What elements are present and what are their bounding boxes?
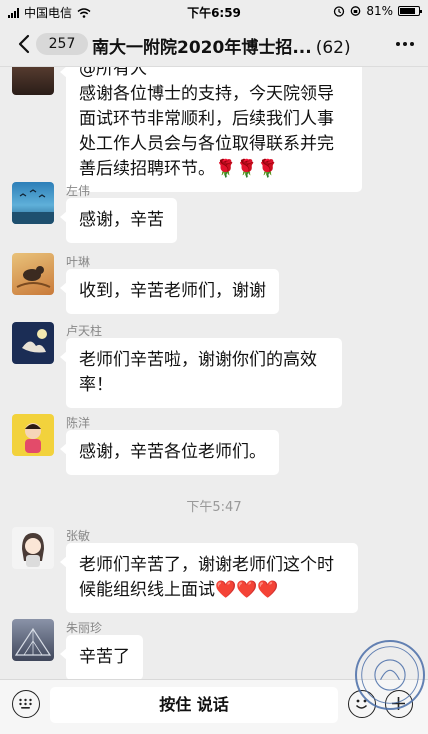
pyramid-icon [14, 627, 52, 656]
battery-icon [398, 6, 422, 16]
hold-to-talk-button[interactable]: 按住 说话 [50, 687, 338, 723]
alarm-icon [334, 6, 345, 17]
unread-count-badge[interactable]: 257 [36, 33, 88, 55]
member-count: (62) [315, 38, 351, 58]
group-name: 南大一附院2020年博士招... [92, 38, 312, 58]
more-options-icon[interactable] [396, 42, 414, 46]
chat-header: 257 南大一附院2020年博士招... (62) [0, 22, 428, 67]
child-icon [25, 423, 41, 453]
avatar[interactable] [12, 253, 54, 295]
message-bubble[interactable]: 辛苦了 [60, 635, 143, 679]
status-bar: 中国电信 下午6:59 81% [0, 0, 428, 22]
chat-title: 南大一附院2020年博士招... (62) [92, 33, 382, 58]
timestamp: 下午5:47 [186, 500, 242, 515]
keyboard-toggle-button[interactable] [12, 690, 40, 718]
avatar[interactable] [12, 414, 54, 456]
message-bubble[interactable]: 收到，辛苦老师们，谢谢 [60, 269, 279, 314]
message-text: 老师们辛苦了，谢谢老师们这个时候能组织线上面试❤️❤️❤️ [79, 555, 334, 600]
message-text: 辛苦了 [79, 647, 130, 667]
avatar[interactable] [12, 322, 54, 364]
battery-percent: 81% [366, 4, 393, 18]
sender-name: 陈洋 [66, 416, 91, 430]
cartoon-girl-icon [22, 533, 44, 567]
message-bubble[interactable]: 感谢，辛苦 [60, 198, 177, 243]
message-text: 感谢，辛苦各位老师们。 [79, 442, 266, 462]
orientation-lock-icon [350, 6, 361, 16]
message-text: 收到，辛苦老师们，谢谢 [79, 281, 266, 301]
avatar[interactable] [12, 619, 54, 661]
message-text: 感谢，辛苦 [79, 210, 164, 230]
sender-name: 左伟 [66, 184, 91, 198]
avatar[interactable] [12, 182, 54, 224]
sender-name: 张敏 [66, 529, 91, 543]
sender-name: 卢天柱 [66, 324, 103, 338]
avatar[interactable] [12, 527, 54, 569]
message-bubble[interactable]: 老师们辛苦了，谢谢老师们这个时候能组织线上面试❤️❤️❤️ [60, 543, 358, 613]
bird-icon [16, 266, 51, 288]
birds-icon [12, 189, 54, 224]
watermark-seal [355, 640, 425, 710]
sender-name: 叶琳 [66, 255, 91, 269]
message-bubble[interactable]: @所有人 感谢各位博士的支持，今天院领导面试环节非常顺利，后续我们人事处工作人员… [60, 67, 362, 192]
sender-name: 朱丽珍 [66, 621, 103, 635]
message-text: 感谢各位博士的支持，今天院领导面试环节非常顺利，后续我们人事处工作人员会与各位取… [79, 84, 334, 179]
message-bubble[interactable]: 老师们辛苦啦，谢谢你们的高效率！ [60, 338, 342, 408]
avatar[interactable] [12, 67, 54, 95]
message-text: 老师们辛苦啦，谢谢你们的高效率！ [79, 350, 317, 395]
keyboard-icon [19, 698, 32, 709]
message-list[interactable]: @所有人 感谢各位博士的支持，今天院领导面试环节非常顺利，后续我们人事处工作人员… [0, 67, 428, 679]
mention-line: @所有人 [79, 67, 147, 79]
moon-bird-icon [22, 329, 47, 353]
message-bubble[interactable]: 感谢，辛苦各位老师们。 [60, 430, 279, 475]
